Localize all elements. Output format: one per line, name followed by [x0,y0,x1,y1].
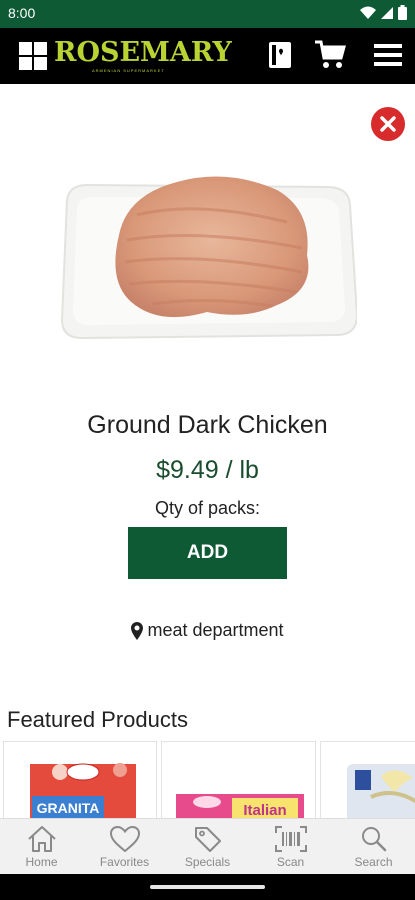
italian-label: Italian [243,802,286,819]
status-bar: 8:00 [0,0,415,28]
cart-button[interactable] [313,38,347,72]
qty-label: Qty of packs: [154,498,261,518]
departments-grid-icon[interactable] [19,42,47,70]
italian-product-image: Italian [176,794,304,819]
add-to-cart-button[interactable]: ADD [128,527,287,579]
nav-search[interactable]: Search [332,819,415,875]
barcode-icon [274,826,307,852]
product-location: meat department [0,620,415,641]
nav-scan[interactable]: Scan [249,819,332,875]
search-icon [361,827,386,852]
wifi-icon [360,6,376,19]
status-time: 8:00 [8,5,36,21]
home-gesture-pill[interactable] [150,885,265,889]
nav-home[interactable]: Home [0,819,83,875]
hamburger-icon [374,44,402,66]
heart-icon [109,825,140,853]
nav-home-label: Home [25,855,58,869]
ice-cream-product-image [347,764,415,819]
shopping-list-button[interactable] [263,38,297,72]
signal-icon [381,6,393,19]
featured-product-card[interactable] [320,741,415,819]
product-price: $9.49 / lb [156,456,259,484]
close-button[interactable] [371,107,405,141]
featured-product-card[interactable]: Italian [161,741,316,819]
brand-logo[interactable]: ROSEMARY [54,37,232,68]
cart-icon [315,40,346,68]
brand-tagline: ARMENIAN SUPERMARKET [92,68,165,73]
nav-favorites[interactable]: Favorites [83,819,166,875]
battery-icon [398,5,407,20]
granita-label: GRANITA [37,800,100,816]
nav-scan-label: Scan [276,855,305,869]
map-pin-icon [131,621,144,640]
granita-product-image: GRANITA [30,763,136,819]
home-icon [27,826,56,852]
menu-button[interactable] [371,38,405,72]
featured-product-card[interactable]: GRANITA [3,741,157,819]
product-image [60,176,357,340]
app-header: ROSEMARY ARMENIAN SUPERMARKET [0,28,415,84]
list-card-icon [269,42,291,68]
product-title: Ground Dark Chicken [87,411,328,439]
bottom-nav: Home Favorites Specials Scan Search [0,818,415,874]
nav-search-label: Search [354,855,393,869]
status-icons [360,5,407,20]
nav-specials-label: Specials [184,855,231,869]
nav-specials[interactable]: Specials [166,819,249,875]
close-icon [380,116,396,132]
nav-favorites-label: Favorites [99,855,150,869]
featured-products-title: Featured Products [7,707,188,732]
tag-icon [194,827,221,852]
featured-products-list: GRANITA Italian [0,741,415,819]
location-text: meat department [147,620,284,640]
system-nav-bar [0,874,415,900]
